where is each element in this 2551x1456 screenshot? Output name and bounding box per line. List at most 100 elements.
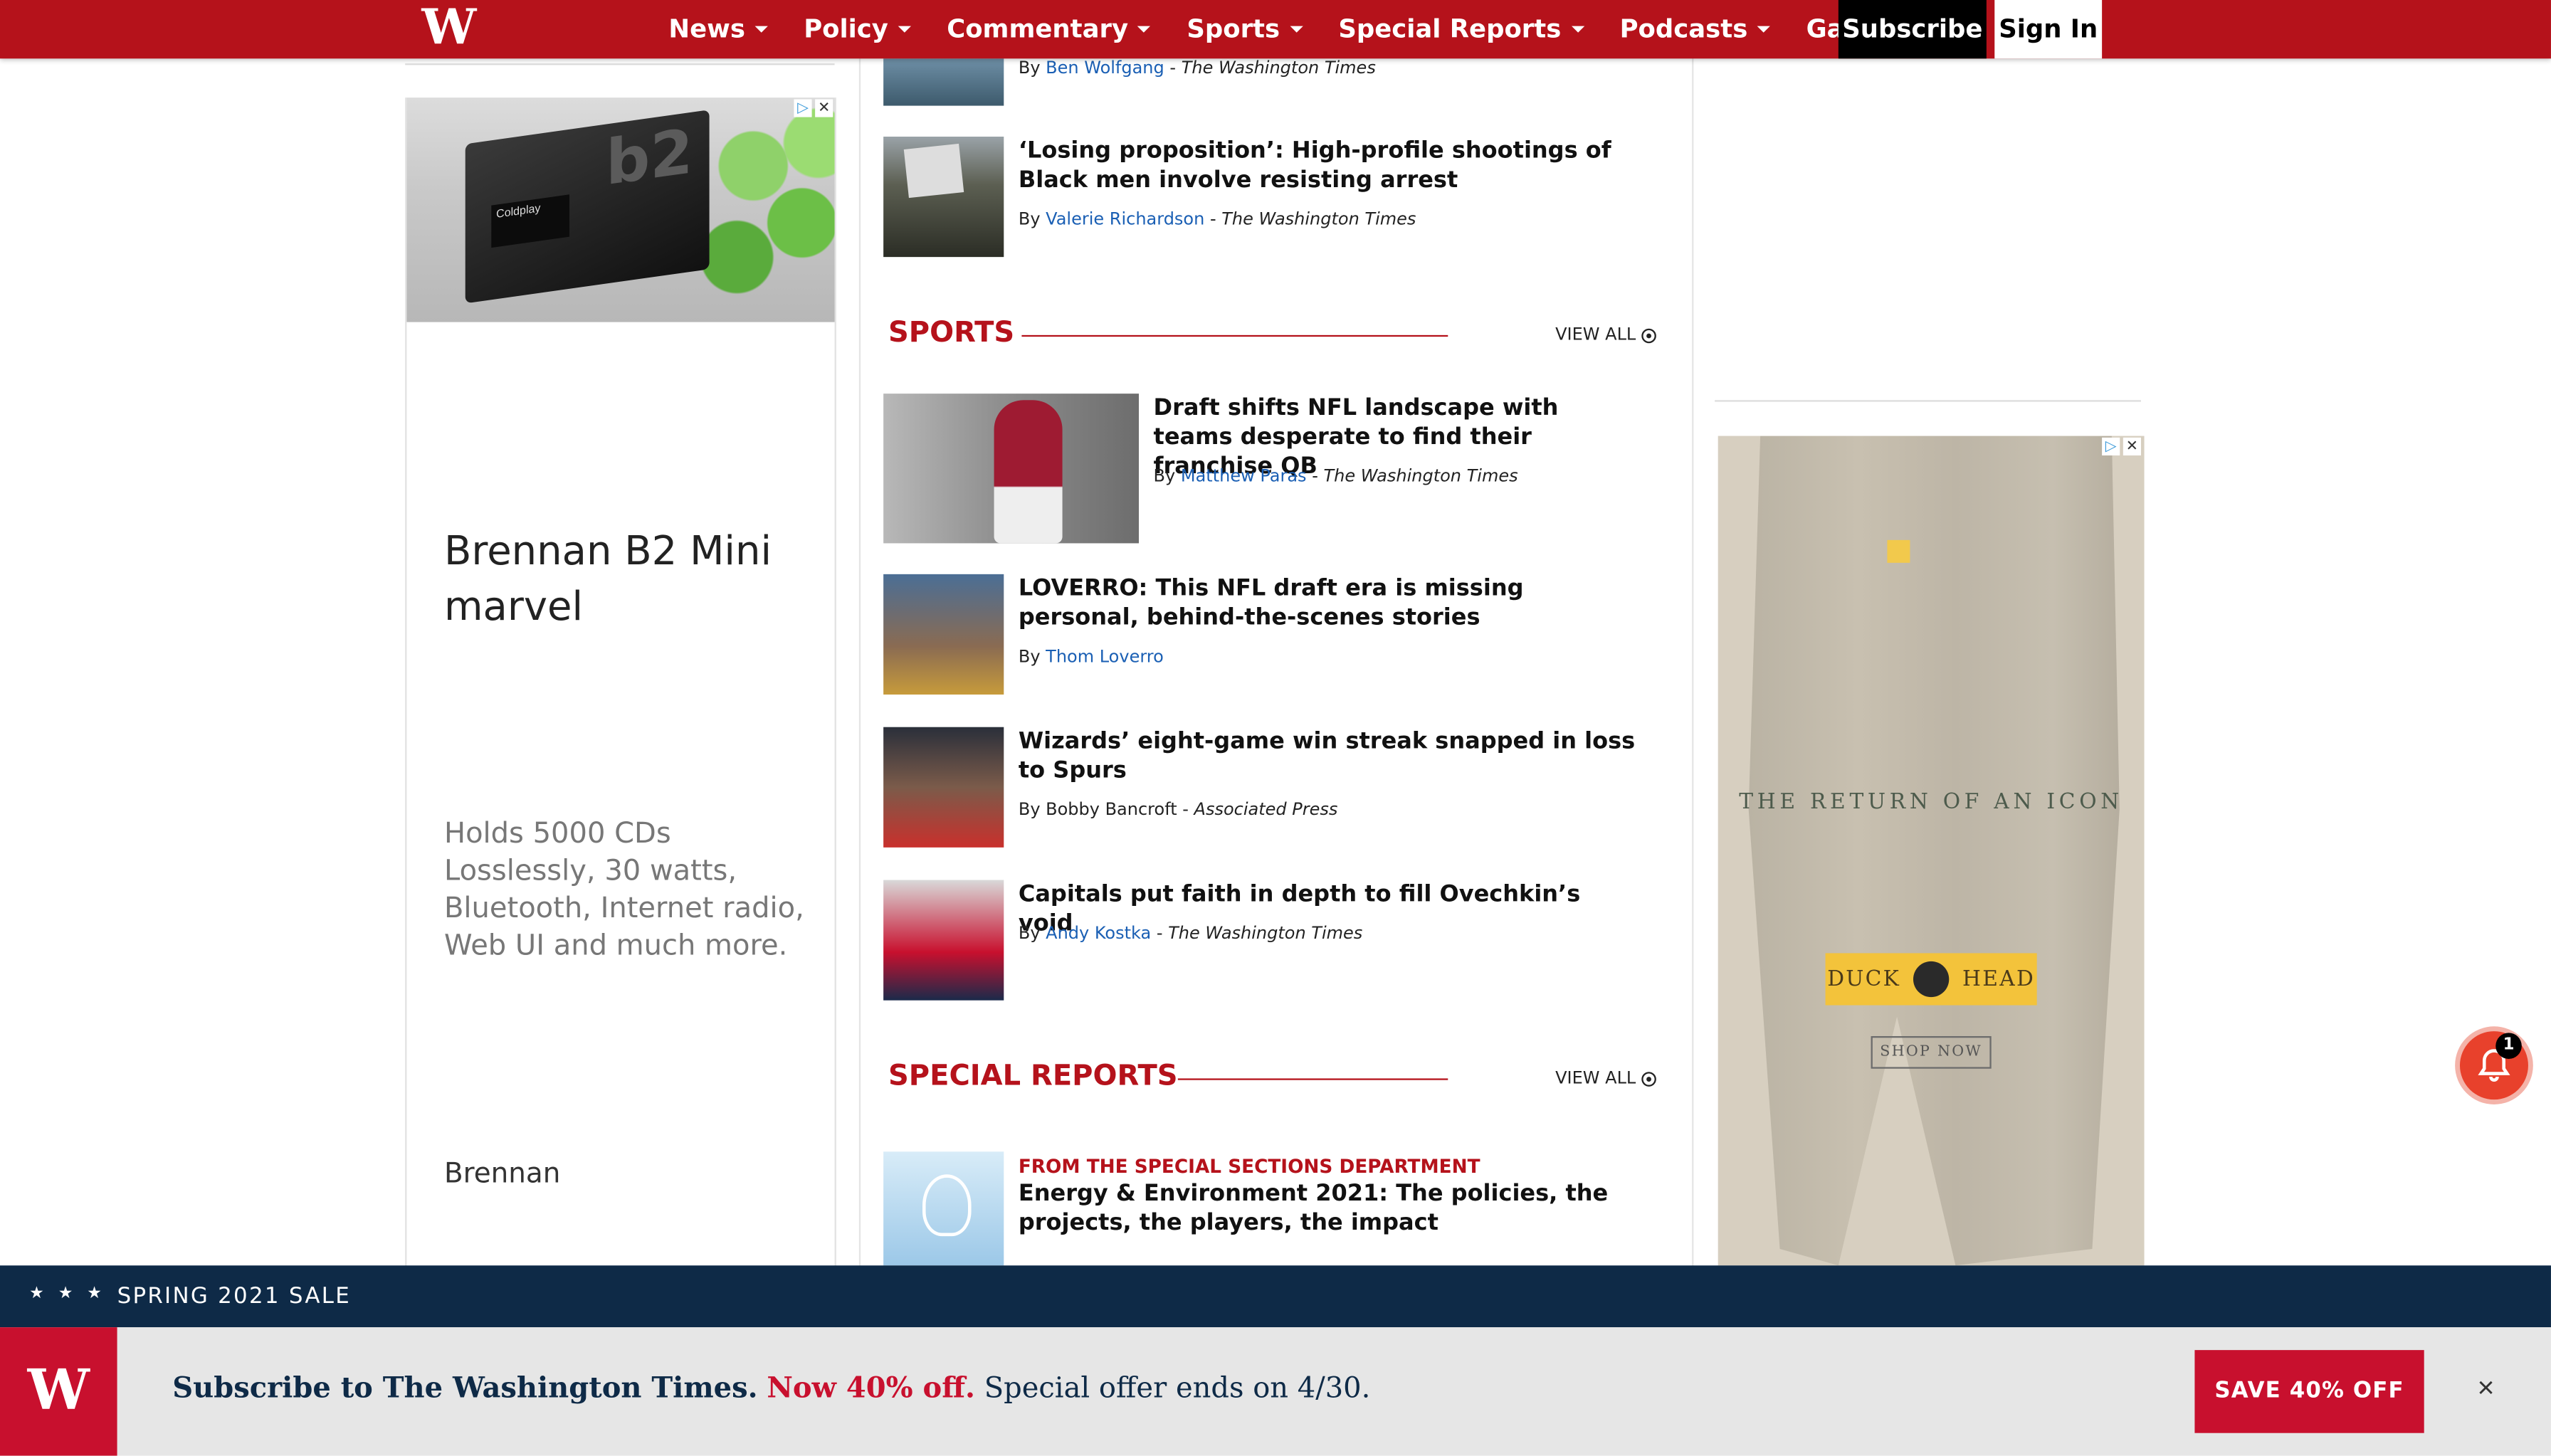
publication: The Washington Times [1221,209,1416,230]
publication: The Washington Times [1181,58,1376,78]
byline-separator: - [1177,800,1194,820]
chevron-down-icon [1571,26,1584,33]
nav-news[interactable]: News [668,14,768,44]
article-title[interactable]: ‘Losing proposition’: High-profile shoot… [1019,137,1669,195]
chevron-down-icon [1289,26,1303,33]
nav-special-reports[interactable]: Special Reports [1338,15,1584,44]
close-icon[interactable]: × [2471,1373,2500,1402]
ad-headline[interactable]: Brennan B2 Mini marvel [444,524,819,634]
top-nav-bar: W News Policy Commentary Sports Special … [0,0,2551,59]
article-thumbnail[interactable] [883,58,1004,106]
nav-sports[interactable]: Sports [1187,15,1303,44]
article-title[interactable]: Energy & Environment 2021: The policies,… [1019,1179,1669,1238]
nav-podcasts[interactable]: Podcasts [1620,15,1771,44]
promo-offer-text: Now 40% off. [767,1373,975,1405]
sports-view-all-link[interactable]: VIEW ALL [1555,325,1656,345]
plant-graphic [688,97,835,322]
author-link[interactable]: Thom Loverro [1046,648,1164,667]
subscribe-button[interactable]: Subscribe [1838,0,1987,59]
player-graphic [994,400,1063,544]
special-reports-section-title[interactable]: SPECIAL REPORTS [888,1060,1178,1093]
duck-head-logo[interactable]: DUCK HEAD [1825,953,2037,1006]
notification-count-badge: 1 [2495,1033,2522,1059]
ad-close-icon[interactable]: ✕ [2123,437,2141,455]
right-divider [1715,400,2141,402]
nav-policy-label: Policy [804,14,888,44]
byline-separator: - [1306,466,1324,487]
byline-prefix: By [1018,58,1041,78]
left-divider [405,63,835,65]
article-byline: By Bobby Bancroft - Associated Press [1019,801,1338,820]
save-40-off-button[interactable]: SAVE 40% OFF [2194,1350,2424,1433]
byline-prefix: By [1153,466,1176,487]
article-thumbnail[interactable] [883,880,1004,1001]
chevron-down-icon [754,26,768,33]
cd-player-graphic: b2 Coldplay [465,110,710,304]
nav-commentary-label: Commentary [947,14,1129,44]
nav-podcasts-label: Podcasts [1619,14,1748,44]
brand-right: HEAD [1962,966,2036,992]
byline-prefix: By [1018,924,1041,944]
label-tag-graphic [1887,539,1910,563]
ad-choices-icon[interactable]: ▷ [794,99,812,117]
protest-sign-graphic [903,143,964,199]
nav-sports-label: Sports [1187,14,1280,44]
author-link[interactable]: Andy Kostka [1046,924,1151,943]
article-byline: By Matthew Paras - The Washington Times [1154,467,1518,486]
chevron-down-icon [1137,26,1152,33]
publication: The Washington Times [1323,466,1518,487]
view-all-label: VIEW ALL [1555,325,1636,345]
article-thumbnail[interactable] [883,574,1004,695]
article-thumbnail[interactable] [883,136,1004,258]
ad-body-text: Holds 5000 CDs Losslessly, 30 watts, Blu… [443,818,804,964]
right-advertisement[interactable]: THE RETURN OF AN ICON DUCK HEAD SHOP NOW … [1718,436,2145,1266]
article-byline: By Ben Wolfgang - The Washington Times [1019,58,1376,78]
author-link[interactable]: Ben Wolfgang [1046,58,1164,78]
author-link[interactable]: Valerie Richardson [1046,210,1204,229]
sale-strip[interactable]: ★ ★ ★ SPRING 2021 SALE [0,1265,2551,1328]
article-thumbnail[interactable] [883,727,1004,848]
author-link[interactable]: Matthew Paras [1181,467,1307,486]
article-thumbnail[interactable] [883,394,1139,544]
sports-section-title[interactable]: SPORTS [888,317,1014,350]
site-logo[interactable]: W [420,1,478,57]
sale-label: SPRING 2021 SALE [117,1283,351,1309]
promo-logo: W [0,1327,117,1456]
sign-in-button[interactable]: Sign In [1994,0,2103,59]
ad-brand[interactable]: Brennan [444,1158,560,1191]
byline-prefix: By [1018,209,1041,230]
pants-graphic [1748,436,2120,1266]
ad-product-image[interactable]: b2 Coldplay ▷ ✕ [406,97,835,322]
chevron-down-icon [1757,26,1771,33]
left-advertisement[interactable]: b2 Coldplay ▷ ✕ Brennan B2 Mini marvel H… [405,97,836,1336]
article-title[interactable]: LOVERRO: This NFL draft era is missing p… [1019,574,1637,633]
byline-separator: - [1204,209,1222,230]
promo-tail-text: Special offer ends on 4/30. [984,1373,1371,1405]
subscription-promo-bar: W Subscribe to The Washington Times. Now… [0,1327,2551,1456]
nav-policy[interactable]: Policy [804,15,911,44]
nav-special-reports-label: Special Reports [1338,14,1562,44]
ad-close-icon[interactable]: ✕ [815,99,833,117]
ad-tagline: THE RETURN OF AN ICON [1739,790,2124,816]
device-screen: Coldplay [491,194,569,248]
article-thumbnail[interactable] [883,1151,1004,1266]
article-kicker[interactable]: FROM THE SPECIAL SECTIONS DEPARTMENT [1019,1155,1480,1178]
promo-main-text: Subscribe to The Washington Times. [172,1373,758,1405]
arrow-circle-icon [1641,327,1656,343]
article-byline: By Thom Loverro [1019,648,1164,667]
nav-commentary[interactable]: Commentary [947,14,1152,44]
ad-choices-icon[interactable]: ▷ [2102,437,2120,455]
byline-separator: - [1164,58,1182,78]
shop-now-button[interactable]: SHOP NOW [1871,1035,1992,1069]
special-reports-view-all-link[interactable]: VIEW ALL [1555,1069,1656,1088]
lightbulb-icon [922,1174,972,1237]
duck-icon [1913,961,1950,998]
arrow-circle-icon [1641,1071,1656,1086]
article-byline: By Andy Kostka - The Washington Times [1019,924,1362,943]
nav-news-label: News [668,14,745,44]
page: W News Policy Commentary Sports Special … [0,0,2551,1456]
section-divider [1177,1078,1448,1080]
section-divider [1021,334,1448,337]
article-title[interactable]: Wizards’ eight-game win streak snapped i… [1019,727,1637,786]
device-brand-mark: b2 [606,115,693,199]
